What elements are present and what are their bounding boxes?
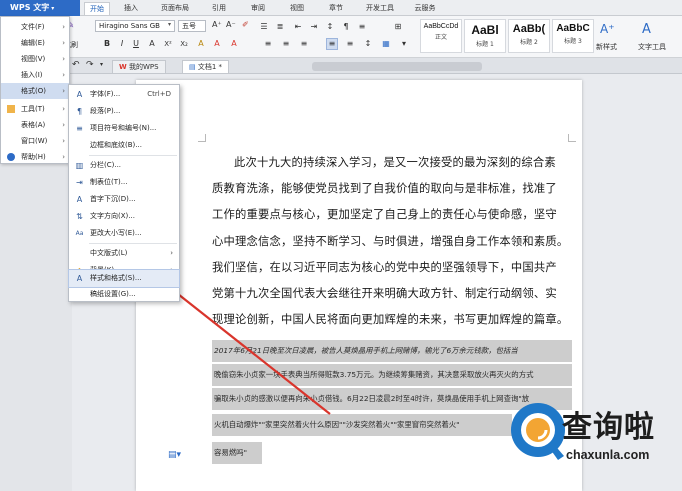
watermark-text: 查询啦 — [562, 410, 655, 445]
menu-item-label: 稿纸设置(G)... — [90, 290, 136, 298]
menu-item-label: 工具(T) — [21, 105, 45, 113]
menu-item-window[interactable]: 窗口(W) › — [1, 133, 69, 149]
chevron-right-icon: › — [62, 121, 65, 129]
menu-separator — [89, 243, 177, 244]
menu-separator — [89, 155, 177, 156]
menu-item-drop-cap[interactable]: A 首字下沉(D)... — [69, 191, 179, 208]
menu-item-borders-shading[interactable]: 边框和底纹(B)... — [69, 137, 179, 154]
menu-item-label: 格式(O) — [21, 87, 46, 95]
arrow-shaft — [163, 282, 331, 415]
menu-item-label: 段落(P)... — [90, 107, 121, 115]
menu-item-label: 项目符号和编号(N)... — [90, 124, 157, 132]
text-direction-icon: ⇅ — [76, 212, 83, 221]
chevron-right-icon: › — [62, 55, 65, 63]
styles-icon: A — [76, 274, 83, 283]
paragraph-icon: ¶ — [76, 107, 83, 116]
change-case-icon: Aa — [75, 230, 84, 237]
menu-item-label: 编辑(E) — [21, 39, 45, 47]
menu-item-label: 更改大小写(E)... — [90, 229, 142, 237]
menu-item-label: 制表位(T)... — [90, 178, 128, 186]
list-icon: ≡ — [76, 124, 83, 133]
help-icon — [7, 153, 15, 161]
menu-item-text-direction[interactable]: ⇅ 文字方向(X)... — [69, 208, 179, 225]
menu-item-label: 字体(F)... — [90, 90, 121, 98]
menu-item-label: 样式和格式(S)... — [90, 274, 142, 282]
menu-item-label: 中文版式(L) — [90, 249, 128, 257]
menu-item-file[interactable]: 文件(F) › — [1, 19, 69, 35]
menu-item-label: 文字方向(X)... — [90, 212, 135, 220]
wps-main-menu: 文件(F) › 编辑(E) › 视图(V) › 插入(I) › 格式(O) › 工具(T)… — [0, 16, 70, 164]
menu-item-bullets-numbering[interactable]: ≡ 项目符号和编号(N)... — [69, 120, 179, 137]
menu-item-font[interactable]: A 字体(F)... Ctrl+D — [69, 86, 179, 103]
menu-item-view[interactable]: 视图(V) › — [1, 51, 69, 67]
menu-item-paragraph[interactable]: ¶ 段落(P)... — [69, 103, 179, 120]
menu-item-tabs[interactable]: ⇥ 制表位(T)... — [69, 174, 179, 191]
menu-item-format[interactable]: 格式(O) › — [1, 83, 69, 99]
menu-item-label: 视图(V) — [21, 55, 46, 63]
menu-item-label: 帮助(H) — [21, 153, 46, 161]
menu-item-styles-formatting[interactable]: A 样式和格式(S)... — [68, 269, 180, 288]
tools-icon — [7, 105, 15, 113]
menu-item-edit[interactable]: 编辑(E) › — [1, 35, 69, 51]
menu-item-label: 边框和底纹(B)... — [90, 141, 142, 149]
menu-item-table[interactable]: 表格(A) › — [1, 117, 69, 133]
menu-item-manuscript-settings[interactable]: 稿纸设置(G)... — [69, 286, 179, 303]
tab-stop-icon: ⇥ — [76, 178, 83, 187]
font-icon: A — [76, 90, 83, 99]
watermark-url: chaxunla.com — [566, 448, 650, 462]
shortcut-label: Ctrl+D — [147, 90, 171, 98]
menu-item-label: 插入(I) — [21, 71, 43, 79]
format-submenu: A 字体(F)... Ctrl+D ¶ 段落(P)... ≡ 项目符号和编号(N)...… — [68, 84, 180, 302]
chevron-right-icon: › — [62, 137, 65, 145]
menu-item-label: 分栏(C)... — [90, 161, 122, 169]
menu-item-label: 窗口(W) — [21, 137, 48, 145]
columns-icon: ▥ — [75, 161, 84, 170]
chevron-right-icon: › — [62, 153, 65, 161]
drop-cap-icon: A — [76, 195, 83, 204]
chevron-right-icon: › — [62, 71, 65, 79]
menu-item-tools[interactable]: 工具(T) › — [1, 101, 69, 117]
chevron-right-icon: › — [62, 23, 65, 31]
menu-item-insert[interactable]: 插入(I) › — [1, 67, 69, 83]
chevron-right-icon: › — [62, 39, 65, 47]
menu-item-chinese-layout[interactable]: 中文版式(L) › — [69, 245, 179, 262]
menu-item-change-case[interactable]: Aa 更改大小写(E)... — [69, 225, 179, 242]
chevron-right-icon: › — [170, 249, 173, 257]
menu-item-help[interactable]: 帮助(H) › — [1, 149, 69, 165]
menu-item-label: 文件(F) — [21, 23, 45, 31]
magnifier-logo-icon — [511, 403, 565, 460]
watermark: 查询啦 chaxunla.com — [506, 396, 678, 478]
menu-item-columns[interactable]: ▥ 分栏(C)... — [69, 157, 179, 174]
chevron-right-icon: › — [62, 87, 65, 95]
chevron-right-icon: › — [62, 105, 65, 113]
menu-item-label: 首字下沉(D)... — [90, 195, 136, 203]
menu-item-label: 表格(A) — [21, 121, 46, 129]
